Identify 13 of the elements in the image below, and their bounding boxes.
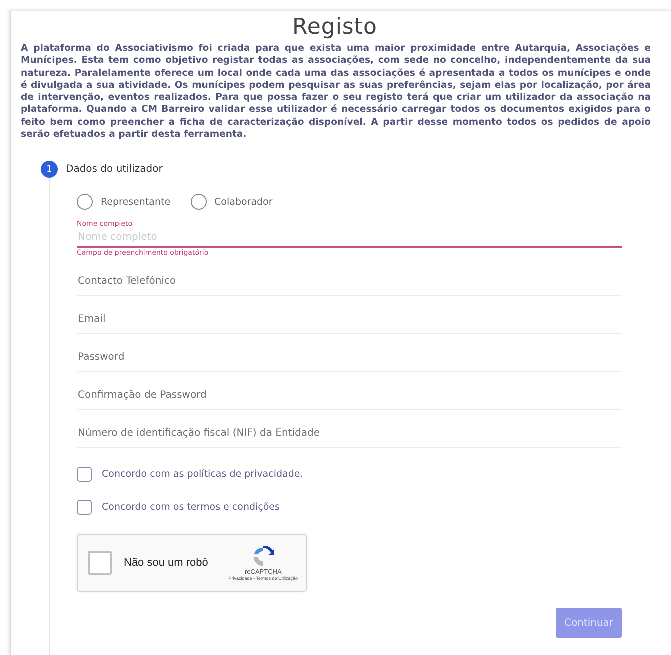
checkbox[interactable] (77, 500, 92, 516)
radio-option[interactable]: Colaborador (190, 194, 273, 210)
intro-paragraph: A plataforma do Associativismo foi criada para que exista uma maior proximidade entre Autarquia, Associações e Munícipes. Esta tem como objetivo registar todas as associações, com sede no concelho, independentemente da sua natureza. Paralelamente oferece um local onde cada uma das associações é apresentada a todos os munícipes e onde é divulgada a sua atividade. Os munícipes podem pesquisar as suas preferências, sejam elas por localização, por área de intervenção, eventos realizados. Para que possa fazer o seu registo terá que criar um utilizador da associação na plataforma. Quando a CM Barreiro validar esse utilizador é necessário carregar todos os documentos exigidos para o feito bem como preencher a ficha de caracterização disponível. A partir desse momento todos os pedidos de apoio serão efetuados a partir desta ferramenta. (21, 43, 651, 142)
checkbox[interactable] (77, 467, 92, 482)
recaptcha-logo-icon (252, 546, 274, 568)
radio-option[interactable]: Representante (77, 194, 171, 210)
captcha-label: Não sou um robô (124, 557, 210, 570)
checkbox-label: Concordo com as políticas de privacidade. (102, 469, 304, 480)
captcha-checkbox[interactable] (88, 551, 112, 576)
step-label: Dados do utilizador (66, 164, 163, 176)
checkbox-label: Concordo com os termos e condições (102, 502, 280, 514)
page-title: Registo (292, 15, 378, 41)
step-number: 1 (41, 161, 58, 178)
